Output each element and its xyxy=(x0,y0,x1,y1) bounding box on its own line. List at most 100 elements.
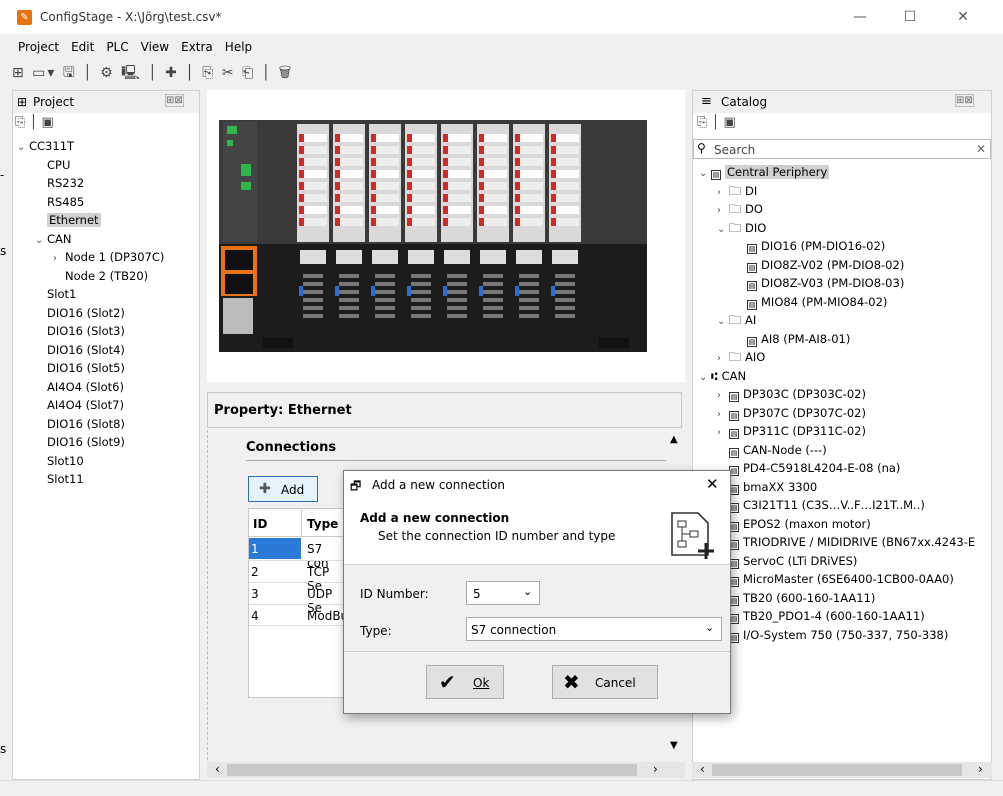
tree-item[interactable]: ▤ MIO84 (PM-MIO84-02) xyxy=(735,293,887,312)
id-number-select[interactable]: 5 ⌄ xyxy=(466,581,540,605)
tree-item[interactable]: ▤ DIO8Z-V02 (PM-DIO8-02) xyxy=(735,256,904,275)
tree-item[interactable]: Slot1 xyxy=(35,285,76,304)
catalog-tree[interactable]: ⌄ ▤ Central Periphery › 🗀 DI › 🗀 DO ⌄ 🗀 DIO ▤ DIO16 (… xyxy=(693,163,991,763)
menu-help[interactable]: Help xyxy=(225,40,252,54)
main-toolbar[interactable]: ⊞ ▭▾ 🖫 │ ⚙ 🖳 │ ✚ │ ⎘ ✂ ⎗ │ 🗑 xyxy=(12,62,293,82)
tree-item[interactable]: ▤ AI8 (PM-AI8-01) xyxy=(735,330,850,349)
tree-item[interactable]: › 🗀 AIO xyxy=(717,348,765,369)
tree-item[interactable]: ▤ TB20 (600-160-1AA11) xyxy=(717,589,875,608)
tree-item[interactable]: ▤ CAN-Node (---) xyxy=(717,441,827,460)
scroll-right-icon[interactable]: › xyxy=(978,762,983,776)
tree-item[interactable]: RS232 xyxy=(35,174,84,193)
menu-project[interactable]: Project xyxy=(18,40,59,54)
catalog-search-box[interactable]: ⚲ Search ✕ xyxy=(693,139,991,159)
tree-item[interactable]: DIO16 (Slot2) xyxy=(35,304,125,323)
tree-item[interactable]: ▤ ServoC (LTi DRiVES) xyxy=(717,552,857,571)
expand-chevron-icon[interactable]: ⌄ xyxy=(717,313,729,332)
expand-chevron-icon[interactable]: ⌄ xyxy=(17,139,29,158)
tree-item[interactable]: AI4O4 (Slot6) xyxy=(35,378,124,397)
tree-item[interactable]: › 🗀 DO xyxy=(717,200,763,221)
tree-item[interactable]: DIO16 (Slot8) xyxy=(35,415,125,434)
catalog-hscrollbar[interactable]: ‹ › xyxy=(692,762,992,778)
col-type[interactable]: Type xyxy=(307,517,338,531)
scroll-down-icon[interactable]: ▼ xyxy=(670,740,678,751)
tree-item[interactable]: ▤ C3I21T11 (C3S…V..F…I21T..M..) xyxy=(717,496,925,515)
tree-item[interactable]: ▤ DIO8Z-V03 (PM-DIO8-03) xyxy=(735,274,904,293)
tree-item[interactable]: ▤ PD4-C5918L4204-E-08 (na) xyxy=(717,459,900,478)
tree-item-label: EPOS2 (maxon motor) xyxy=(743,516,871,531)
tree-item[interactable]: ⌄ ⑆ CAN xyxy=(699,367,746,388)
module-icon: ▤ xyxy=(747,336,757,347)
scroll-left-icon[interactable]: ‹ xyxy=(215,762,220,776)
tree-item[interactable]: ⌄ 🗀 AI xyxy=(717,311,756,332)
panel-pin-button[interactable]: ⊞⊠ xyxy=(165,94,184,107)
tree-item[interactable]: Slot11 xyxy=(35,470,84,489)
close-button[interactable]: ✕ xyxy=(940,0,986,34)
tree-item-label: MicroMaster (6SE6400-1CB00-0AA0) xyxy=(743,572,954,586)
menu-edit[interactable]: Edit xyxy=(71,40,94,54)
property-hscrollbar[interactable]: ‹ › xyxy=(207,762,685,778)
plc-rack-image[interactable] xyxy=(207,90,685,382)
tree-item[interactable]: ▤ bmaXX 3300 xyxy=(717,478,817,497)
tree-item[interactable]: ▤ TB20_PDO1-4 (600-160-1AA11) xyxy=(717,607,925,626)
expand-chevron-icon[interactable]: ⌄ xyxy=(717,221,729,240)
type-select[interactable]: S7 connection ⌄ xyxy=(466,617,722,641)
scroll-right-icon[interactable]: › xyxy=(653,762,658,776)
menu-view[interactable]: View xyxy=(141,40,169,54)
table-row[interactable]: 1 S7 con xyxy=(249,538,347,570)
folder-icon: 🗀 xyxy=(729,313,742,327)
scroll-up-icon[interactable]: ▲ xyxy=(670,434,678,445)
tree-item[interactable]: ▤ MicroMaster (6SE6400-1CB00-0AA0) xyxy=(717,570,954,589)
tree-item[interactable]: › ▤ DP303C (DP303C-02) xyxy=(717,385,866,406)
scroll-thumb[interactable] xyxy=(712,764,962,776)
tree-item[interactable]: ⌄ 🗀 DIO xyxy=(717,219,766,240)
scroll-thumb[interactable] xyxy=(227,764,637,776)
tree-item[interactable]: Ethernet xyxy=(35,211,101,230)
tree-item[interactable]: › ▤ DP307C (DP307C-02) xyxy=(717,404,866,425)
table-row[interactable]: 2 TCP Se xyxy=(249,560,347,593)
table-row[interactable]: 4 ModBu xyxy=(249,604,348,626)
ok-button[interactable]: ✔ Ok xyxy=(426,665,504,699)
tree-item[interactable]: DIO16 (Slot9) xyxy=(35,433,125,452)
tree-item[interactable]: › Node 1 (DP307C) xyxy=(53,248,164,269)
add-connection-button[interactable]: ✚ Add xyxy=(248,476,318,502)
maximize-button[interactable]: ☐ xyxy=(887,0,933,34)
menu-extra[interactable]: Extra xyxy=(181,40,213,54)
tree-item[interactable]: Node 2 (TB20) xyxy=(53,267,148,286)
menu-plc[interactable]: PLC xyxy=(106,40,128,54)
expand-chevron-icon[interactable]: ⌄ xyxy=(699,369,711,388)
tree-item[interactable]: DIO16 (Slot4) xyxy=(35,341,125,360)
clear-search-icon[interactable]: ✕ xyxy=(976,142,986,156)
tree-item[interactable]: ⌄ CAN xyxy=(35,230,72,251)
catalog-toolbar[interactable]: ⎘ │ ▣ xyxy=(697,115,736,130)
tree-item[interactable]: ▤ EPOS2 (maxon motor) xyxy=(717,515,871,534)
col-id[interactable]: ID xyxy=(253,517,267,531)
expand-chevron-icon[interactable]: ⌄ xyxy=(699,165,711,184)
screw-terminal xyxy=(519,306,539,310)
scroll-left-icon[interactable]: ‹ xyxy=(700,762,705,776)
cancel-button[interactable]: ✖ Cancel xyxy=(552,665,658,699)
tree-item[interactable]: CPU xyxy=(35,156,70,175)
panel-pin-button[interactable]: ⊞⊠ xyxy=(955,94,974,107)
project-toolbar[interactable]: ⎘ │ ▣ xyxy=(15,115,54,130)
tree-item[interactable]: ⌄ CC311T xyxy=(17,137,74,158)
table-row[interactable]: 3 UDP Se xyxy=(249,582,347,615)
screw-terminal xyxy=(303,290,323,294)
tree-item[interactable]: ⌄ ▤ Central Periphery xyxy=(699,163,830,184)
tree-item[interactable]: ▤ TRIODRIVE / MIDIDRIVE (BN67xx.4243-E xyxy=(717,533,975,552)
dialog-close-icon[interactable]: ✕ xyxy=(706,475,719,493)
project-tree[interactable]: ⌄ CC311T CPU RS232 RS485 Ethernet ⌄ CAN › Node 1 … xyxy=(13,137,199,537)
tree-item[interactable]: ▤ DIO16 (PM-DIO16-02) xyxy=(735,237,885,256)
tree-item[interactable]: ▤ I/O-System 750 (750-337, 750-338) xyxy=(717,626,948,645)
app-window: ✎ ConfigStage - X:\Jörg\test.csv* — ☐ ✕ … xyxy=(0,0,1003,796)
tree-item[interactable]: › 🗀 DI xyxy=(717,182,757,203)
minimize-button[interactable]: — xyxy=(837,0,883,34)
tree-item[interactable]: Slot10 xyxy=(35,452,84,471)
tree-item[interactable]: RS485 xyxy=(35,193,84,212)
tree-item[interactable]: › ▤ DP311C (DP311C-02) xyxy=(717,422,866,443)
tree-item[interactable]: AI4O4 (Slot7) xyxy=(35,396,124,415)
tree-item[interactable]: DIO16 (Slot5) xyxy=(35,359,125,378)
search-input[interactable]: Search xyxy=(714,143,755,157)
expand-chevron-icon[interactable]: ⌄ xyxy=(35,232,47,251)
tree-item[interactable]: DIO16 (Slot3) xyxy=(35,322,125,341)
